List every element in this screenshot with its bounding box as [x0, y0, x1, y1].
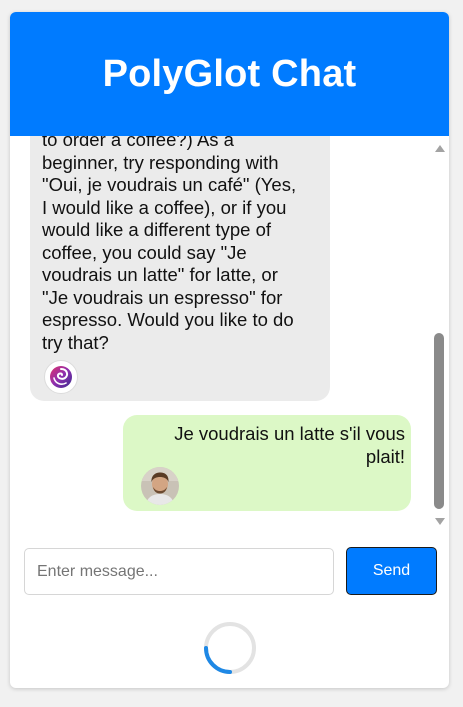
scrollbar-thumb[interactable] [434, 333, 444, 509]
message-list-scrollbar[interactable] [431, 136, 449, 536]
message-list[interactable]: to order a coffee?) As a beginner, try r… [10, 136, 431, 536]
scroll-down-arrow-icon[interactable] [435, 518, 445, 525]
send-button[interactable]: Send [346, 547, 437, 595]
header: PolyGlot Chat [10, 12, 449, 136]
chat-window: PolyGlot Chat to order a coffee?) As a b… [10, 12, 449, 688]
swirl-logo-icon [44, 360, 78, 394]
composer: Send [10, 547, 449, 597]
user-message: Je voudrais un latte s'il vous plait! [123, 415, 411, 511]
app-title: PolyGlot Chat [102, 52, 357, 95]
bot-message: to order a coffee?) As a beginner, try r… [30, 136, 330, 401]
user-photo-avatar [141, 467, 179, 505]
user-message-text: Je voudrais un latte s'il vous plait! [174, 423, 405, 467]
message-input[interactable] [24, 548, 334, 595]
bot-message-text: to order a coffee?) As a beginner, try r… [42, 136, 297, 353]
scroll-up-arrow-icon[interactable] [435, 145, 445, 152]
loading-spinner-icon [203, 621, 257, 675]
